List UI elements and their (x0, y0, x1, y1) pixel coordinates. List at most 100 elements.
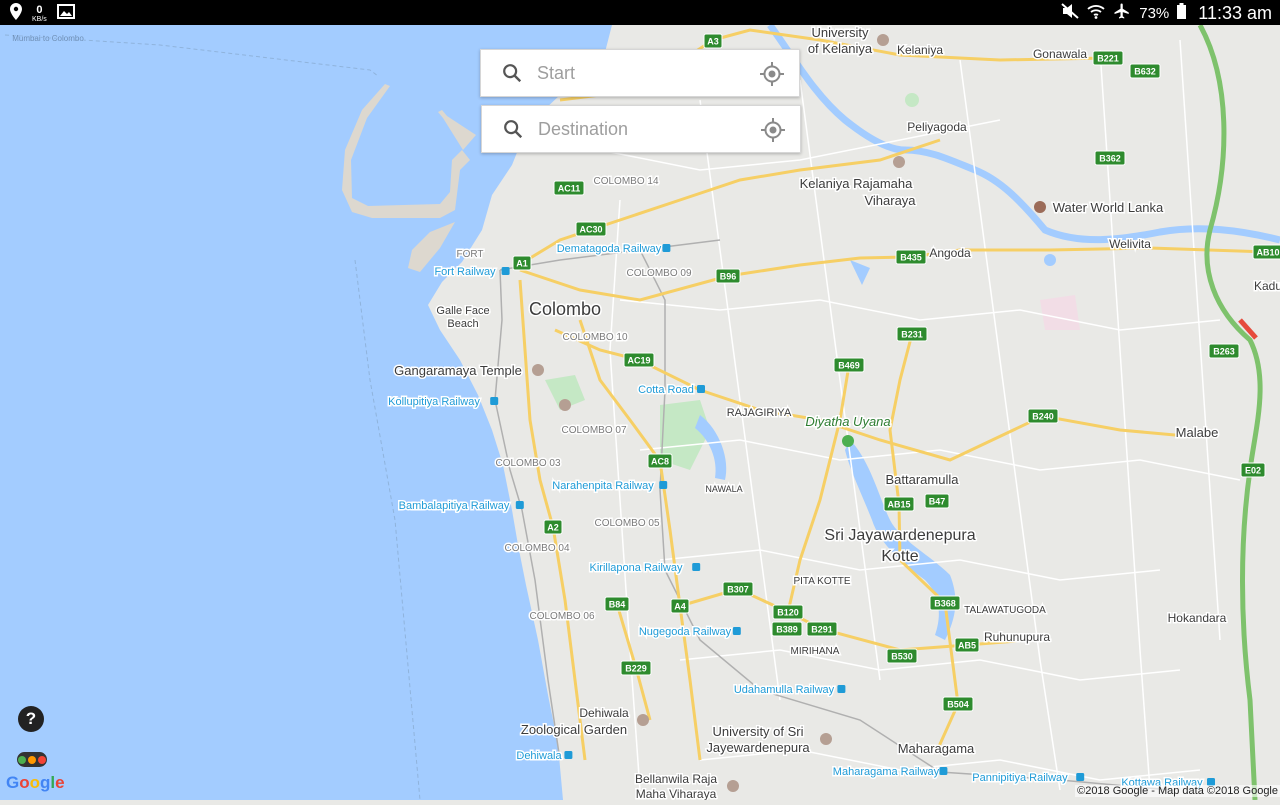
help-button[interactable]: ? (18, 706, 44, 732)
train-station-icon (501, 267, 510, 275)
place-label: PITA KOTTE (793, 576, 850, 587)
place-label: Viharaya (864, 193, 916, 208)
road-shield-label: E02 (1245, 466, 1261, 476)
road-shield-label: B469 (838, 361, 860, 371)
start-input[interactable] (535, 61, 749, 85)
search-icon (503, 64, 522, 83)
place-label: University (811, 25, 869, 40)
road-shield-label: B263 (1213, 347, 1235, 357)
place-label: Peliyagoda (907, 120, 967, 134)
place-label: Gangaramaya Temple (394, 363, 522, 378)
place-label: Angoda (929, 246, 971, 260)
park-area (905, 93, 919, 107)
temple-marker-icon (727, 780, 739, 792)
road-shield-label: B231 (901, 330, 923, 340)
train-station-icon (1076, 773, 1085, 781)
place-label: Maha Viharaya (636, 787, 717, 800)
station-label: Narahenpita Railway (552, 480, 654, 492)
district-label: COLOMBO 05 (594, 518, 659, 529)
place-label: Ruhunupura (984, 630, 1050, 644)
road-shield-label: B435 (900, 253, 922, 263)
place-label: NAWALA (705, 484, 742, 494)
road-shield-label: B47 (929, 497, 946, 507)
station-label: Dehiwala (516, 750, 562, 762)
train-station-icon (490, 397, 499, 405)
train-station-icon (564, 751, 573, 759)
place-label: Welivita (1109, 237, 1151, 251)
district-label: FORT (456, 249, 483, 260)
my-location-icon[interactable] (759, 61, 785, 87)
wifi-icon (1087, 3, 1105, 24)
road-shield-label: B504 (947, 700, 969, 710)
my-location-icon[interactable] (760, 117, 786, 143)
battery-percent: 73% (1139, 5, 1170, 22)
status-bar: 0 KB/s 73% 11:33 am (0, 0, 1280, 25)
traffic-layer-button[interactable] (17, 752, 47, 767)
temple-marker-icon (532, 364, 544, 376)
district-label: COLOMBO 09 (626, 268, 691, 279)
destination-input[interactable] (536, 117, 750, 141)
district-label: COLOMBO 07 (561, 425, 626, 436)
water-labels: Mumbai to Colombo (12, 34, 85, 44)
district-label: COLOMBO 10 (562, 332, 627, 343)
place-label: RAJAGIRIYA (727, 407, 792, 419)
place-label: TALAWATUGODA (964, 605, 1046, 616)
road-shield-label: B307 (727, 585, 749, 595)
station-label: Fort Railway (434, 266, 496, 278)
road-shield-label: AC8 (651, 457, 669, 467)
place-label: Kadu (1254, 279, 1280, 293)
place-label: Hokandara (1168, 611, 1227, 625)
station-label: Bambalapitiya Railway (399, 500, 510, 512)
park-labels: Diyatha Uyana (804, 413, 892, 431)
search-icon (504, 120, 523, 139)
university-marker-icon (877, 34, 889, 46)
google-logo-letter: G (6, 773, 20, 792)
road-shield-label: B120 (777, 608, 799, 618)
place-label: Malabe (1176, 425, 1219, 440)
road-shield-label: B362 (1099, 154, 1121, 164)
google-logo: Google (6, 773, 65, 793)
place-label: Galle Face (436, 305, 489, 317)
start-search-box[interactable] (480, 49, 800, 97)
station-label: Dematagoda Railway (557, 243, 662, 255)
district-label: COLOMBO 04 (504, 543, 569, 554)
lake (1044, 254, 1056, 266)
hospital-area (1040, 295, 1080, 330)
place-label: Kelaniya (897, 43, 943, 57)
place-label: Kelaniya Rajamaha (800, 176, 914, 191)
road-shield-label: AC11 (558, 184, 581, 194)
place-label: Maharagama (898, 741, 975, 756)
place-label: Sri Jayawardenepura (824, 527, 975, 544)
place-label: MIRIHANA (791, 646, 840, 657)
traffic-red-icon (38, 755, 46, 764)
google-logo-letter: o (19, 773, 30, 792)
destination-search-box[interactable] (481, 105, 801, 153)
road-shield-label: A4 (674, 602, 686, 612)
road-shield-label: B530 (891, 652, 913, 662)
road-shield-label: AC30 (579, 225, 602, 235)
university-marker-icon (820, 733, 832, 745)
place-label: Bellanwila Raja (635, 772, 717, 786)
place-label: Water World Lanka (1053, 200, 1164, 215)
google-logo-letter: o (29, 773, 41, 792)
google-logo-letter: e (55, 773, 65, 792)
train-station-icon (697, 385, 705, 393)
battery-icon (1177, 3, 1187, 24)
zoo-marker-icon (637, 714, 649, 726)
road-shield-label: AB15 (887, 500, 910, 510)
road-shield-label: B96 (720, 272, 737, 282)
network-speed-value: 0 (36, 4, 43, 16)
temple-marker-icon (893, 156, 905, 168)
station-label: Udahamulla Railway (734, 684, 835, 696)
road-shield-label: A2 (547, 523, 559, 533)
road-shield-label: B368 (934, 599, 956, 609)
road-shield-label: B221 (1097, 54, 1119, 64)
station-label: Nugegoda Railway (639, 626, 732, 638)
station-label: Maharagama Railway (833, 766, 940, 778)
network-speed-unit: KB/s (32, 16, 47, 23)
traffic-green-icon (18, 755, 26, 764)
park-label: Diyatha Uyana (805, 414, 890, 429)
place-label: Kotte (881, 548, 918, 565)
place-label: Dehiwala (579, 706, 629, 720)
network-speed: 0 KB/s (32, 4, 47, 24)
